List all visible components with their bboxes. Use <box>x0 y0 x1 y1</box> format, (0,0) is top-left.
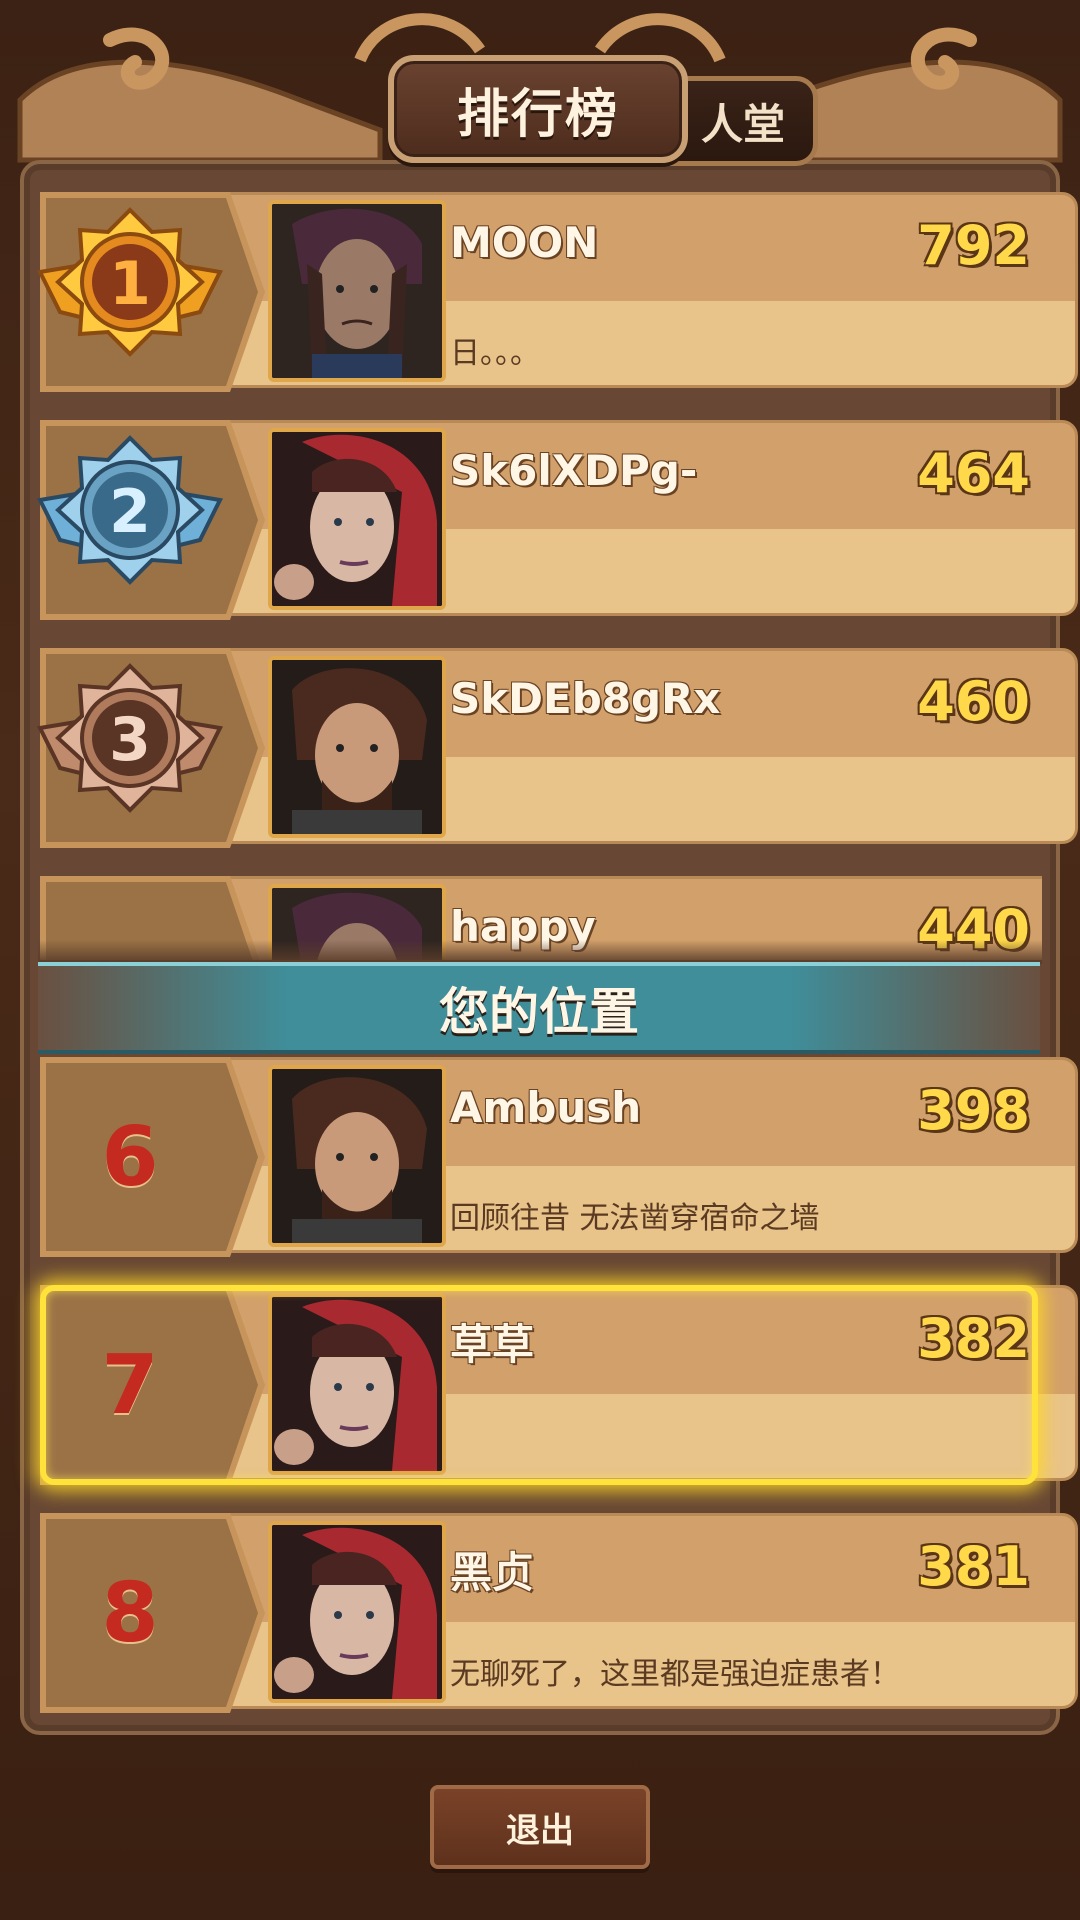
avatar[interactable] <box>268 428 446 610</box>
player-name: 黑贞 <box>450 1548 535 1597</box>
player-motto: 回顾往昔 无法凿穿宿命之墙 <box>450 1201 820 1236</box>
silver-medal-icon: 2 <box>37 435 223 585</box>
rank-number: 6 <box>101 1109 159 1205</box>
avatar[interactable] <box>268 1521 446 1703</box>
leaderboard-row[interactable]: 6 Ambush 398 回顾往昔 无法凿穿宿命之墙 <box>40 1057 1078 1257</box>
exit-button[interactable]: 退出 <box>430 1785 650 1869</box>
avatar[interactable] <box>268 656 446 838</box>
leaderboard-row[interactable]: 3 SkDEb8gRx 460 <box>37 648 1078 848</box>
player-name: SkDEb8gRx <box>450 674 721 723</box>
player-name: 草草 <box>450 1320 535 1369</box>
leaderboard-row[interactable]: 2 Sk6lXDPg- 464 <box>37 420 1078 620</box>
exit-button-label: 退出 <box>506 1810 574 1851</box>
tab-hall-label: 人堂 <box>700 99 785 149</box>
rank-number: 8 <box>101 1565 159 1661</box>
your-position-banner: 您的位置 <box>38 962 1040 1054</box>
page-title: 排行榜 <box>456 84 619 145</box>
player-score: 792 <box>917 214 1030 277</box>
player-name: Ambush <box>450 1083 642 1132</box>
player-motto: 日。。。 <box>450 336 540 371</box>
avatar[interactable] <box>268 1293 446 1475</box>
avatar[interactable] <box>268 1065 446 1247</box>
player-name: Sk6lXDPg- <box>450 446 698 495</box>
gold-medal-icon: 1 <box>37 207 223 357</box>
rank-number: 7 <box>101 1337 159 1433</box>
leaderboard-row[interactable]: 8 黑贞 381 无聊死了，这里都是强迫症患者！ <box>40 1513 1078 1713</box>
player-name: MOON <box>450 218 599 267</box>
list-fade <box>38 940 1042 964</box>
player-score: 460 <box>917 670 1030 733</box>
svg-text:1: 1 <box>109 249 151 319</box>
svg-text:2: 2 <box>109 477 151 547</box>
svg-text:3: 3 <box>109 705 151 775</box>
player-score: 382 <box>917 1307 1030 1370</box>
player-score: 381 <box>917 1535 1030 1598</box>
leaderboard-row-current-player[interactable]: 7 草草 382 <box>40 1285 1078 1485</box>
leaderboard-row[interactable]: 1 MOON 792 日。。。 <box>37 192 1078 392</box>
player-score: 398 <box>917 1079 1030 1142</box>
tab-leaderboard[interactable]: 排行榜 <box>388 55 688 163</box>
bronze-medal-icon: 3 <box>37 663 223 813</box>
player-score: 464 <box>917 442 1030 505</box>
avatar[interactable] <box>268 200 446 382</box>
player-motto: 无聊死了，这里都是强迫症患者！ <box>450 1657 900 1692</box>
